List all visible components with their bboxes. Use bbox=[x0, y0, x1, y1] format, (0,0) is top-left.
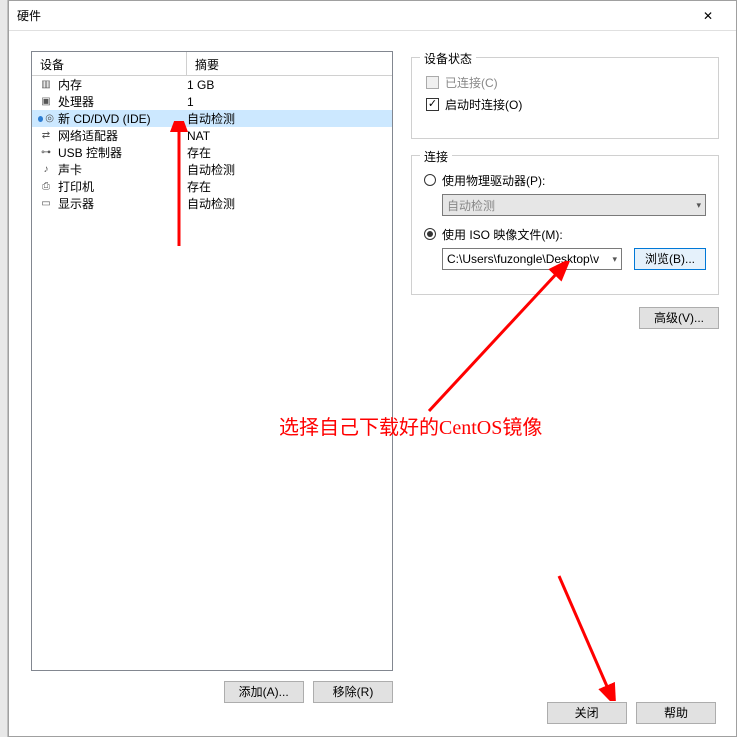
cpu-icon: ▣ bbox=[38, 94, 54, 110]
connected-label: 已连接(C) bbox=[445, 74, 498, 91]
device-row[interactable]: ⊶USB 控制器存在 bbox=[32, 144, 392, 161]
advanced-row: 高级(V)... bbox=[411, 307, 719, 329]
device-summary: NAT bbox=[187, 129, 392, 143]
network-icon: ⇄ bbox=[38, 128, 54, 144]
use-physical-radio-row[interactable]: 使用物理驱动器(P): bbox=[424, 170, 706, 190]
use-iso-radio-row[interactable]: 使用 ISO 映像文件(M): bbox=[424, 224, 706, 244]
titlebar: 硬件 ✕ bbox=[9, 1, 736, 31]
col-device[interactable]: 设备 bbox=[32, 52, 187, 75]
device-summary: 自动检测 bbox=[187, 110, 392, 127]
close-window-button[interactable]: ✕ bbox=[688, 2, 728, 30]
checkbox-icon bbox=[426, 98, 439, 111]
radio-icon bbox=[424, 174, 436, 186]
close-button[interactable]: 关闭 bbox=[547, 702, 627, 724]
device-name: 内存 bbox=[58, 76, 187, 93]
chevron-down-icon: ▾ bbox=[696, 200, 701, 211]
sound-icon: ♪ bbox=[38, 162, 54, 178]
device-row[interactable]: ⎙打印机存在 bbox=[32, 178, 392, 195]
printer-icon: ⎙ bbox=[38, 179, 54, 195]
use-iso-label: 使用 ISO 映像文件(M): bbox=[442, 226, 563, 243]
hardware-window: 硬件 ✕ 设备 摘要 ▥内存1 GB▣处理器1◎新 CD/DVD (IDE)自动… bbox=[8, 0, 737, 737]
add-device-button[interactable]: 添加(A)... bbox=[224, 681, 304, 703]
device-summary: 1 GB bbox=[187, 78, 392, 92]
footer-buttons: 关闭 帮助 bbox=[541, 702, 716, 724]
device-status-legend: 设备状态 bbox=[420, 50, 476, 67]
connect-on-power-checkbox-row[interactable]: 启动时连接(O) bbox=[426, 94, 704, 114]
close-icon: ✕ bbox=[703, 9, 713, 23]
device-row[interactable]: ⇄网络适配器NAT bbox=[32, 127, 392, 144]
device-status-group: 设备状态 已连接(C) 启动时连接(O) bbox=[411, 57, 719, 139]
usb-icon: ⊶ bbox=[38, 145, 54, 161]
col-summary[interactable]: 摘要 bbox=[187, 52, 392, 75]
device-summary: 自动检测 bbox=[187, 161, 392, 178]
device-summary: 存在 bbox=[187, 178, 392, 195]
remove-device-button[interactable]: 移除(R) bbox=[313, 681, 393, 703]
connected-checkbox-row[interactable]: 已连接(C) bbox=[426, 72, 704, 92]
browse-button[interactable]: 浏览(B)... bbox=[634, 248, 706, 270]
device-name: 显示器 bbox=[58, 195, 187, 212]
device-row[interactable]: ▥内存1 GB bbox=[32, 76, 392, 93]
use-physical-label: 使用物理驱动器(P): bbox=[442, 172, 545, 189]
annotation-arrow-3 bbox=[549, 571, 649, 701]
device-list-buttons: 添加(A)... 移除(R) bbox=[31, 681, 393, 703]
device-name: USB 控制器 bbox=[58, 144, 187, 161]
cd-icon: ◎ bbox=[38, 111, 54, 127]
memory-icon: ▥ bbox=[38, 77, 54, 93]
iso-path-value: C:\Users\fuzongle\Desktop\v bbox=[447, 252, 599, 266]
advanced-button[interactable]: 高级(V)... bbox=[639, 307, 719, 329]
window-title: 硬件 bbox=[17, 7, 688, 24]
device-name: 打印机 bbox=[58, 178, 187, 195]
connection-group: 连接 使用物理驱动器(P): 自动检测 ▾ 使用 ISO 映像文件(M): bbox=[411, 155, 719, 295]
device-row[interactable]: ◎新 CD/DVD (IDE)自动检测 bbox=[32, 110, 392, 127]
device-name: 处理器 bbox=[58, 93, 187, 110]
device-summary: 存在 bbox=[187, 144, 392, 161]
chevron-down-icon: ▾ bbox=[612, 254, 617, 265]
device-summary: 1 bbox=[187, 95, 392, 109]
radio-icon bbox=[424, 228, 436, 240]
physical-drive-combo: 自动检测 ▾ bbox=[442, 194, 706, 216]
page-gutter bbox=[0, 0, 8, 737]
display-icon: ▭ bbox=[38, 196, 54, 212]
iso-path-combo[interactable]: C:\Users\fuzongle\Desktop\v ▾ bbox=[442, 248, 622, 270]
device-name: 声卡 bbox=[58, 161, 187, 178]
device-list-panel: 设备 摘要 ▥内存1 GB▣处理器1◎新 CD/DVD (IDE)自动检测⇄网络… bbox=[31, 51, 393, 671]
device-list-body: ▥内存1 GB▣处理器1◎新 CD/DVD (IDE)自动检测⇄网络适配器NAT… bbox=[32, 76, 392, 212]
physical-drive-value: 自动检测 bbox=[447, 197, 495, 214]
device-row[interactable]: ♪声卡自动检测 bbox=[32, 161, 392, 178]
device-row[interactable]: ▭显示器自动检测 bbox=[32, 195, 392, 212]
device-name: 新 CD/DVD (IDE) bbox=[58, 110, 187, 127]
device-name: 网络适配器 bbox=[58, 127, 187, 144]
checkbox-icon bbox=[426, 76, 439, 89]
help-button[interactable]: 帮助 bbox=[636, 702, 716, 724]
device-summary: 自动检测 bbox=[187, 195, 392, 212]
device-row[interactable]: ▣处理器1 bbox=[32, 93, 392, 110]
connection-legend: 连接 bbox=[420, 148, 452, 165]
connect-on-power-label: 启动时连接(O) bbox=[445, 96, 522, 113]
device-list-header: 设备 摘要 bbox=[32, 52, 392, 76]
